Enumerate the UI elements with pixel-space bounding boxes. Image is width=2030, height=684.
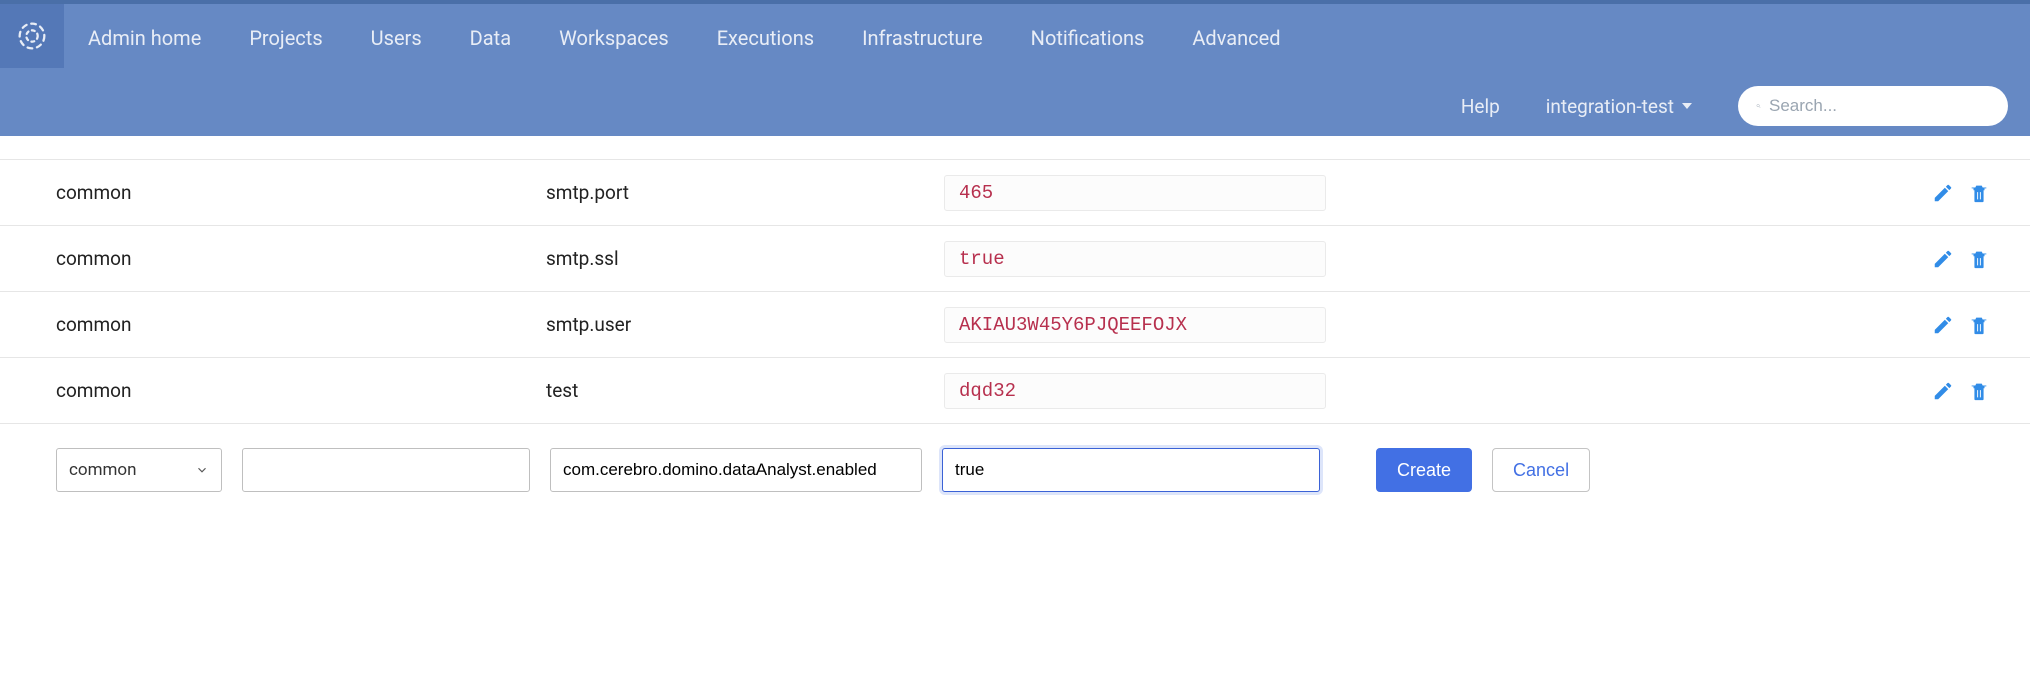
create-button[interactable]: Create	[1376, 448, 1472, 492]
user-menu[interactable]: integration-test	[1546, 95, 1692, 118]
nav-advanced[interactable]: Advanced	[1192, 26, 1280, 50]
row-key: smtp.user	[546, 313, 944, 336]
row-namespace: common	[56, 379, 546, 402]
row-namespace: common	[56, 181, 546, 204]
row-value: true	[944, 241, 1326, 277]
row-value: dqd32	[944, 373, 1326, 409]
create-config-form: common Create Cancel	[0, 424, 2030, 492]
config-key-input[interactable]	[550, 448, 922, 492]
domino-logo-icon	[13, 17, 51, 55]
delete-icon[interactable]	[1968, 182, 1990, 204]
edit-icon[interactable]	[1932, 248, 1954, 270]
nav-workspaces[interactable]: Workspaces	[559, 26, 669, 50]
edit-icon[interactable]	[1932, 314, 1954, 336]
table-row: commonsmtp.userAKIAU3W45Y6PJQEEFOJX	[0, 292, 2030, 358]
nav-users[interactable]: Users	[371, 26, 422, 50]
namespace-select-value: common	[69, 460, 137, 480]
app-logo[interactable]	[0, 4, 64, 68]
nav-projects[interactable]: Projects	[249, 26, 322, 50]
nav-executions[interactable]: Executions	[717, 26, 814, 50]
cancel-button[interactable]: Cancel	[1492, 448, 1590, 492]
edit-icon[interactable]	[1932, 380, 1954, 402]
row-key: smtp.ssl	[546, 247, 944, 270]
search-box[interactable]	[1738, 86, 2008, 126]
nav-data[interactable]: Data	[470, 26, 511, 50]
row-actions	[1924, 182, 1990, 204]
delete-icon[interactable]	[1968, 380, 1990, 402]
row-key: test	[546, 379, 944, 402]
table-row: commonsmtp.ssltrue	[0, 226, 2030, 292]
table-row: commontestdqd32	[0, 358, 2030, 424]
nav-help[interactable]: Help	[1461, 95, 1500, 118]
config-table: commonsmtp.port465commonsmtp.ssltruecomm…	[0, 159, 2030, 424]
unused-input[interactable]	[242, 448, 530, 492]
row-value-cell: AKIAU3W45Y6PJQEEFOJX	[944, 307, 1924, 343]
row-value-cell: true	[944, 241, 1924, 277]
row-value-cell: dqd32	[944, 373, 1924, 409]
namespace-select[interactable]: common	[56, 448, 222, 492]
secondary-nav: Help integration-test	[1461, 78, 2008, 134]
row-namespace: common	[56, 313, 546, 336]
nav-infrastructure[interactable]: Infrastructure	[862, 26, 983, 50]
row-value: AKIAU3W45Y6PJQEEFOJX	[944, 307, 1326, 343]
delete-icon[interactable]	[1968, 248, 1990, 270]
search-icon	[1756, 98, 1761, 114]
search-input[interactable]	[1769, 96, 1990, 116]
primary-nav: Admin home Projects Users Data Workspace…	[88, 4, 1281, 72]
row-namespace: common	[56, 247, 546, 270]
row-key: smtp.port	[546, 181, 944, 204]
row-value: 465	[944, 175, 1326, 211]
edit-icon[interactable]	[1932, 182, 1954, 204]
row-actions	[1924, 248, 1990, 270]
chevron-down-icon	[195, 463, 209, 477]
row-value-cell: 465	[944, 175, 1924, 211]
delete-icon[interactable]	[1968, 314, 1990, 336]
user-menu-label: integration-test	[1546, 95, 1674, 118]
config-value-input[interactable]	[942, 448, 1320, 492]
nav-admin-home[interactable]: Admin home	[88, 26, 201, 50]
chevron-down-icon	[1682, 103, 1692, 109]
nav-notifications[interactable]: Notifications	[1031, 26, 1145, 50]
row-actions	[1924, 380, 1990, 402]
table-row: commonsmtp.port465	[0, 160, 2030, 226]
row-actions	[1924, 314, 1990, 336]
app-header: Admin home Projects Users Data Workspace…	[0, 0, 2030, 136]
